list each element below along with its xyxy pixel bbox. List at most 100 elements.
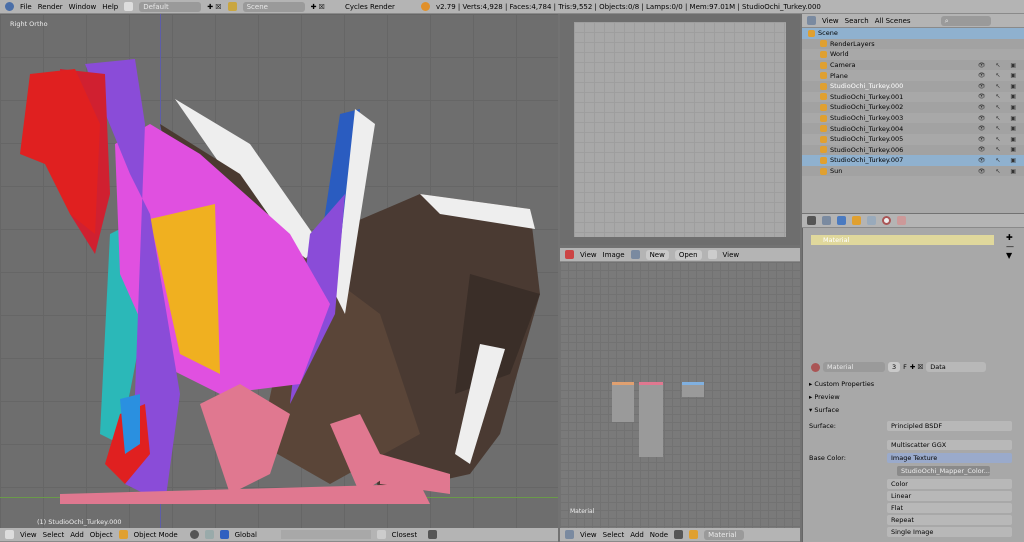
- material-tab-icon[interactable]: [882, 216, 891, 225]
- visibility-toggles[interactable]: 👁 ↖ ▣: [978, 146, 1020, 153]
- menu-node[interactable]: Node: [650, 531, 668, 539]
- outliner-item[interactable]: RenderLayers: [802, 38, 1024, 50]
- projection-select[interactable]: Flat: [887, 503, 1012, 513]
- layers-grid[interactable]: [280, 530, 371, 539]
- menu-add[interactable]: Add: [70, 531, 84, 539]
- outliner-item[interactable]: StudioOchi_Turkey.006 👁 ↖ ▣: [802, 144, 1024, 156]
- menu-select[interactable]: Select: [43, 531, 65, 539]
- menu-image[interactable]: Image: [603, 251, 625, 259]
- extension-select[interactable]: Repeat: [887, 515, 1012, 525]
- editor-type-icon[interactable]: [807, 16, 816, 25]
- node-editor[interactable]: Material: [560, 262, 800, 528]
- distribution-select[interactable]: Multiscatter GGX: [887, 440, 1012, 450]
- panel-custom-properties[interactable]: ▸ Custom Properties: [809, 379, 1012, 389]
- search-input[interactable]: ⌕: [940, 15, 991, 26]
- mode-select[interactable]: Object Mode: [134, 531, 184, 539]
- surface-shader-field[interactable]: Principled BSDF: [887, 421, 1012, 431]
- 3d-viewport[interactable]: Right Ortho (1) StudioOchi_Turkey.000: [0, 14, 558, 528]
- menu-render[interactable]: Render: [38, 3, 63, 11]
- layout-field[interactable]: Default: [139, 1, 202, 12]
- menu-view[interactable]: View: [20, 531, 37, 539]
- menu-add[interactable]: Add: [630, 531, 644, 539]
- panel-surface[interactable]: ▾ Surface: [809, 405, 1012, 415]
- view-mode-select[interactable]: View: [723, 251, 740, 259]
- editor-type-icon[interactable]: [565, 250, 574, 259]
- material-browse-icon[interactable]: [811, 362, 820, 372]
- editor-type-icon[interactable]: [565, 530, 574, 539]
- outliner-item[interactable]: StudioOchi_Turkey.001 👁 ↖ ▣: [802, 92, 1024, 103]
- visibility-toggles[interactable]: 👁 ↖ ▣: [978, 93, 1020, 100]
- render-tab-icon[interactable]: [807, 216, 816, 225]
- menu-object[interactable]: Object: [90, 531, 113, 539]
- menu-help[interactable]: Help: [102, 3, 118, 11]
- modifier-tab-icon[interactable]: [867, 216, 876, 225]
- fake-user-button[interactable]: F: [903, 363, 907, 371]
- source-select[interactable]: Single Image: [887, 527, 1012, 537]
- material-add-remove[interactable]: ✚ ☒: [910, 363, 923, 371]
- outliner-item[interactable]: StudioOchi_Turkey.003 👁 ↖ ▣: [802, 113, 1024, 124]
- menu-view[interactable]: View: [580, 531, 597, 539]
- image-texture-node[interactable]: [612, 382, 634, 422]
- texture-tab-icon[interactable]: [897, 216, 906, 225]
- visibility-toggles[interactable]: 👁 ↖ ▣: [978, 72, 1020, 79]
- outliner-item[interactable]: Camera 👁 ↖ ▣: [802, 59, 1024, 71]
- new-image-button[interactable]: New: [645, 249, 669, 260]
- pivot-icon[interactable]: [204, 530, 214, 539]
- visibility-toggles[interactable]: 👁 ↖ ▣: [978, 83, 1020, 90]
- editor-type-icon[interactable]: [5, 530, 14, 539]
- color-space-select[interactable]: Color: [887, 479, 1012, 489]
- visibility-toggles[interactable]: 👁 ↖ ▣: [978, 157, 1020, 164]
- orientation-select[interactable]: Global: [235, 531, 275, 539]
- display-mode-select[interactable]: All Scenes: [875, 17, 935, 25]
- menu-select[interactable]: Select: [603, 531, 625, 539]
- outliner-item[interactable]: StudioOchi_Turkey.000 👁 ↖ ▣: [802, 80, 1024, 92]
- image-editor[interactable]: [560, 14, 800, 245]
- scene-field[interactable]: Scene: [242, 1, 305, 12]
- visibility-toggles[interactable]: 👁 ↖ ▣: [978, 115, 1020, 122]
- render-engine-select[interactable]: Cycles Render: [345, 3, 415, 11]
- snap-icon[interactable]: [376, 530, 386, 539]
- add-layout-icon[interactable]: ✚ ☒: [207, 3, 221, 11]
- outliner-item[interactable]: Scene: [802, 28, 1024, 39]
- outliner-item[interactable]: Plane 👁 ↖ ▣: [802, 70, 1024, 81]
- info-icon[interactable]: [5, 2, 14, 11]
- scene-icon[interactable]: [227, 2, 237, 11]
- link-select[interactable]: Data: [926, 362, 987, 372]
- menu-view[interactable]: View: [822, 17, 839, 25]
- visibility-toggles[interactable]: 👁 ↖ ▣: [978, 62, 1020, 69]
- image-browse-icon[interactable]: [630, 250, 640, 259]
- menu-search[interactable]: Search: [845, 17, 869, 25]
- panel-preview[interactable]: ▸ Preview: [809, 392, 1012, 402]
- base-color-field[interactable]: Image Texture: [887, 453, 1012, 463]
- layout-icon[interactable]: [124, 2, 134, 11]
- shading-icon[interactable]: [189, 530, 199, 539]
- pin-icon[interactable]: [707, 250, 717, 259]
- render-icon[interactable]: [427, 530, 437, 539]
- outliner-item[interactable]: World: [802, 49, 1024, 60]
- material-output-node[interactable]: [682, 382, 704, 397]
- users-count[interactable]: 3: [888, 362, 901, 372]
- material-name-field[interactable]: Material: [823, 362, 885, 372]
- interpolation-select[interactable]: Linear: [887, 491, 1012, 501]
- open-image-button[interactable]: Open: [674, 249, 702, 260]
- principled-bsdf-node[interactable]: [639, 382, 663, 457]
- outliner-item[interactable]: Sun 👁 ↖ ▣: [802, 165, 1024, 177]
- outliner-item[interactable]: StudioOchi_Turkey.004 👁 ↖ ▣: [802, 123, 1024, 134]
- visibility-toggles[interactable]: 👁 ↖ ▣: [978, 136, 1020, 143]
- visibility-toggles[interactable]: 👁 ↖ ▣: [978, 168, 1020, 175]
- menu-window[interactable]: Window: [69, 3, 97, 11]
- visibility-toggles[interactable]: 👁 ↖ ▣: [978, 125, 1020, 132]
- object-nodes-icon[interactable]: [689, 530, 699, 539]
- manipulator-icon[interactable]: [219, 530, 229, 539]
- object-tab-icon[interactable]: [852, 216, 861, 225]
- material-slot[interactable]: Material: [811, 235, 994, 245]
- menu-file[interactable]: File: [20, 3, 32, 11]
- outliner-item[interactable]: StudioOchi_Turkey.002 👁 ↖ ▣: [802, 102, 1024, 113]
- scene-tab-icon[interactable]: [822, 216, 831, 225]
- image-field[interactable]: StudioOchi_Mapper_Color...: [897, 466, 990, 476]
- outliner-item[interactable]: StudioOchi_Turkey.005 👁 ↖ ▣: [802, 134, 1024, 145]
- outliner-item[interactable]: StudioOchi_Turkey.007 👁 ↖ ▣: [802, 155, 1024, 166]
- world-tab-icon[interactable]: [837, 216, 846, 225]
- shader-nodes-icon[interactable]: [674, 530, 684, 539]
- slot-add-remove[interactable]: ✚ — ▼: [1006, 233, 1014, 260]
